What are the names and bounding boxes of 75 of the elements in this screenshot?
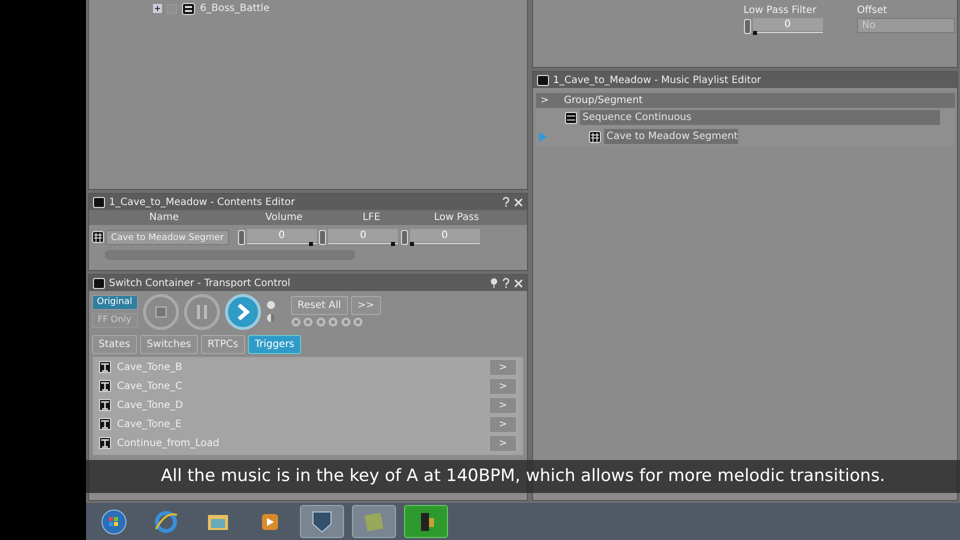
trigger-icon	[99, 399, 111, 411]
switch-container-icon	[182, 2, 195, 14]
taskbar-button[interactable]	[300, 505, 344, 538]
column-header: Low Pass	[433, 211, 480, 225]
tab[interactable]: States	[92, 334, 138, 354]
trigger-label[interactable]: Cave_Tone_D	[117, 398, 183, 412]
start-icon	[101, 508, 127, 534]
post-trigger-button[interactable]: >	[489, 396, 517, 414]
segment-icon	[92, 231, 104, 243]
field-label: Offset	[857, 4, 888, 18]
help-icon[interactable]	[502, 278, 510, 288]
column-header: Volume	[264, 211, 304, 225]
sequence-icon	[565, 112, 577, 124]
post-trigger-button[interactable]: >	[489, 434, 517, 452]
tree-item-label[interactable]: 6_Boss_Battle	[200, 1, 270, 16]
slider-thumb[interactable]	[390, 242, 395, 246]
post-trigger-button[interactable]: >	[489, 378, 517, 394]
value-field[interactable]: 0	[328, 228, 398, 242]
value-field[interactable]: 0	[246, 228, 317, 242]
window-icon	[93, 278, 105, 288]
post-trigger-button[interactable]: >	[489, 416, 517, 432]
name-field[interactable]: Cave to Meadow Segmer	[106, 230, 229, 244]
expand-toggle[interactable]: >	[536, 93, 554, 108]
tab[interactable]: Switches	[140, 334, 198, 354]
close-icon[interactable]	[514, 278, 523, 288]
toolbar-button[interactable]: Reset All	[290, 296, 348, 315]
panel-title: 1_Cave_to_Meadow - Music Playlist Editor	[553, 74, 762, 88]
knob-icon[interactable]	[238, 230, 245, 244]
value-field[interactable]: 0	[752, 18, 822, 31]
trigger-icon	[99, 437, 111, 449]
close-icon[interactable]	[514, 198, 523, 206]
subtitle-caption: All the music is in the key of A at 140BPM, which allows for more melodic transitions.	[86, 460, 960, 493]
trigger-icon	[99, 418, 111, 430]
window-icon	[93, 196, 105, 208]
play-button[interactable]	[224, 294, 260, 330]
trigger-icon	[99, 361, 111, 373]
stop-icon	[154, 306, 166, 318]
slider-thumb[interactable]	[410, 242, 414, 246]
field-label: Low Pass Filter	[744, 4, 818, 18]
expand-icon[interactable]	[153, 4, 162, 13]
panel-title: 1_Cave_to_Meadow - Contents Editor	[109, 196, 296, 210]
slider-thumb[interactable]	[752, 31, 756, 35]
pause-icon	[196, 304, 208, 318]
panel-title: Switch Container - Transport Control	[109, 276, 292, 290]
value-field[interactable]: 0	[410, 228, 480, 242]
column-header: Group/Segment	[562, 94, 643, 108]
trigger-label[interactable]: Cave_Tone_B	[117, 360, 182, 374]
mode-button[interactable]: FF Only	[92, 312, 138, 328]
help-icon[interactable]	[502, 197, 510, 207]
trigger-icon	[99, 380, 111, 392]
post-trigger-button[interactable]: >	[489, 358, 517, 376]
toolbar-button[interactable]: >>	[350, 296, 382, 315]
trigger-label[interactable]: Cave_Tone_C	[117, 378, 182, 394]
knob-icon[interactable]	[319, 230, 326, 244]
brightness-icon[interactable]	[266, 312, 276, 323]
tab[interactable]: RTPCs	[200, 334, 246, 354]
knob-icon[interactable]	[744, 19, 750, 34]
tab[interactable]: Triggers	[248, 334, 302, 354]
browser-icon	[153, 508, 179, 534]
trigger-label[interactable]: Continue_from_Load	[117, 436, 220, 450]
stop-button[interactable]	[142, 294, 178, 330]
taskbar-button[interactable]	[404, 505, 448, 538]
tree-item-label[interactable]: Cave to Meadow Segment	[604, 129, 738, 144]
window-icon	[537, 74, 549, 86]
tree-item-label[interactable]: Sequence Continuous	[580, 110, 940, 125]
mode-button[interactable]: Original	[92, 295, 138, 310]
column-header: LFE	[362, 211, 382, 225]
pin-icon[interactable]	[490, 278, 498, 288]
power-icon[interactable]	[266, 300, 276, 310]
slider-thumb[interactable]	[309, 242, 314, 246]
trigger-label[interactable]: Cave_Tone_E	[117, 416, 182, 432]
knob-icon[interactable]	[400, 230, 408, 244]
column-header: Name	[148, 211, 180, 225]
segment-icon	[589, 130, 601, 142]
chevron-icon	[236, 304, 250, 320]
